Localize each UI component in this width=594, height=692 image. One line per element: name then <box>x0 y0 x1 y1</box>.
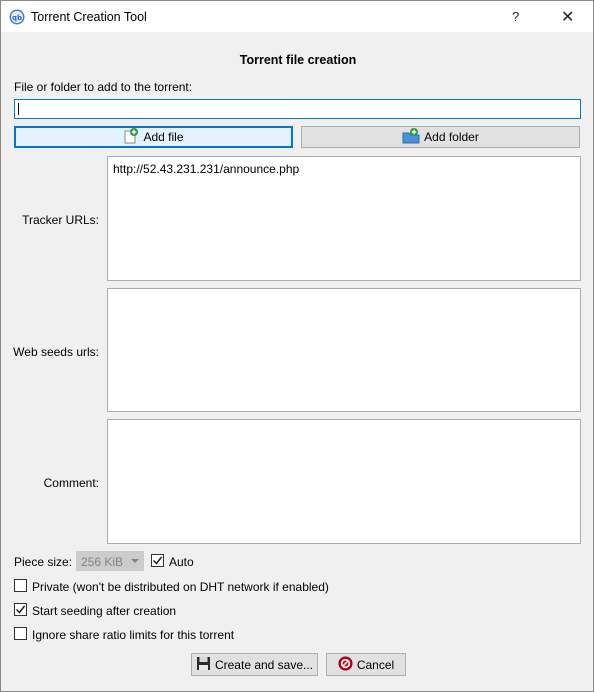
start-seeding-checkbox[interactable] <box>14 603 27 616</box>
ignore-ratio-label: Ignore share ratio limits for this torre… <box>32 628 235 642</box>
floppy-save-icon <box>196 656 211 674</box>
piece-size-value: 256 KiB <box>81 555 124 569</box>
window-title: Torrent Creation Tool <box>31 10 147 24</box>
add-folder-icon <box>402 127 420 147</box>
help-button[interactable]: ? <box>512 9 519 24</box>
dialog-window: qb Torrent Creation Tool ? ✕ Torrent fil… <box>0 0 594 692</box>
add-folder-label: Add folder <box>424 130 479 144</box>
add-file-button[interactable]: Add file <box>14 126 293 148</box>
tracker-label: Tracker URLs: <box>22 213 99 227</box>
add-folder-button[interactable]: Add folder <box>301 126 580 148</box>
piece-size-select: 256 KiB <box>76 551 144 571</box>
auto-checkbox[interactable] <box>151 554 164 567</box>
file-path-input[interactable] <box>14 99 581 119</box>
create-and-save-button[interactable]: Create and save... <box>191 653 318 676</box>
cancel-icon <box>338 656 353 674</box>
tracker-urls-value: http://52.43.231.231/announce.php <box>113 162 300 176</box>
qbittorrent-icon: qb <box>9 9 25 25</box>
text-caret <box>18 103 19 115</box>
comment-textarea[interactable] <box>107 419 581 544</box>
chevron-down-icon <box>131 559 139 563</box>
add-file-icon <box>123 127 139 147</box>
add-file-label: Add file <box>143 130 184 144</box>
file-label: File or folder to add to the torrent: <box>14 80 193 94</box>
svg-text:qb: qb <box>12 14 22 22</box>
checkmark-icon <box>152 556 163 565</box>
create-and-save-label: Create and save... <box>214 657 314 672</box>
webseeds-label: Web seeds urls: <box>13 345 99 359</box>
private-label: Private (won't be distributed on DHT net… <box>32 580 329 594</box>
piece-size-label: Piece size: <box>14 555 73 569</box>
ignore-ratio-checkbox[interactable] <box>14 627 27 640</box>
start-seeding-label: Start seeding after creation <box>32 604 177 618</box>
close-icon[interactable]: ✕ <box>561 7 574 27</box>
comment-label: Comment: <box>43 476 99 490</box>
cancel-label: Cancel <box>356 657 395 672</box>
private-checkbox[interactable] <box>14 579 27 592</box>
auto-label: Auto <box>169 555 194 569</box>
tracker-urls-textarea[interactable]: http://52.43.231.231/announce.php <box>107 156 581 281</box>
cancel-button[interactable]: Cancel <box>326 653 406 676</box>
web-seeds-textarea[interactable] <box>107 288 581 412</box>
title-bar: qb Torrent Creation Tool ? ✕ <box>1 1 593 32</box>
dialog-heading: Torrent file creation <box>239 53 357 67</box>
checkmark-icon <box>15 605 26 614</box>
